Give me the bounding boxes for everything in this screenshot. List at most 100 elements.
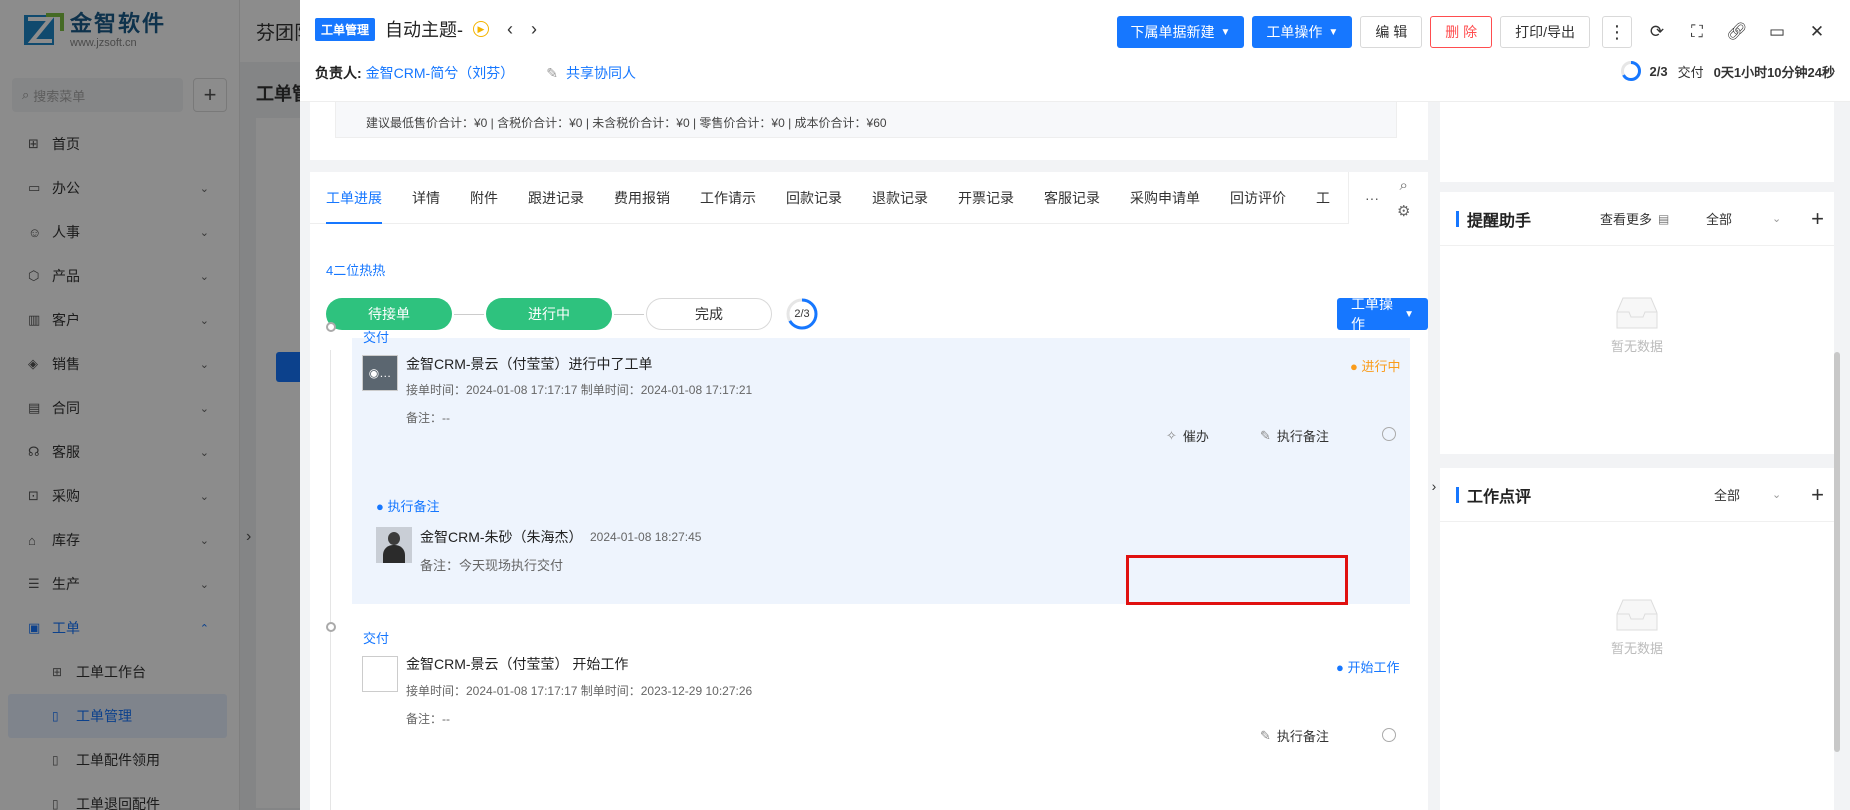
owner-label: 负责人: (315, 65, 362, 81)
edit-button[interactable]: 编 辑 (1360, 16, 1423, 48)
tab[interactable]: 跟进记录 (528, 172, 584, 224)
scrollbar[interactable] (1834, 352, 1840, 752)
tab[interactable]: 客服记录 (1044, 172, 1100, 224)
review-empty-text: 暂无数据 (1610, 641, 1663, 656)
ops-label: 工单操作 (1266, 24, 1323, 40)
add-reminder-icon[interactable]: + (1811, 206, 1824, 232)
execute-note-button[interactable]: ✎ 执行备注 (1260, 426, 1329, 445)
tab[interactable]: 开票记录 (958, 172, 1014, 224)
gear-icon[interactable]: ⚙ (1397, 198, 1410, 224)
empty-box-icon (1616, 297, 1658, 329)
chevron-down-icon[interactable]: ⌄ (1772, 212, 1781, 225)
next-record-icon[interactable]: › (531, 19, 537, 40)
tab[interactable]: 采购申请单 (1130, 172, 1200, 224)
tab[interactable]: 费用报销 (614, 172, 670, 224)
progress-stage: 交付 (1677, 64, 1704, 80)
tab[interactable]: 工单进展 (326, 172, 382, 224)
search-icon[interactable]: ⌕ (1397, 172, 1410, 198)
progress-ring-icon (1620, 61, 1641, 81)
ticket-ops-button[interactable]: 工单操作 ▼ (1252, 16, 1353, 48)
entry-stage: 交付 (363, 631, 390, 646)
ticket-title: 自动主题- (385, 20, 464, 40)
tab[interactable]: 工 (1316, 172, 1330, 224)
title-bar (1456, 210, 1459, 227)
more-icon[interactable]: ⋮ (1602, 16, 1632, 48)
left-column: 建议最低售价合计：¥0 | 含税价合计：¥0 | 未含税价合计：¥0 | 零售价… (310, 102, 1428, 810)
comment-icon[interactable] (1382, 728, 1396, 742)
urge-button[interactable]: ✧ 催办 (1166, 426, 1209, 445)
step-complete[interactable]: 完成 (646, 298, 772, 330)
window-icon[interactable]: ▭ (1762, 17, 1792, 47)
status-text: 开始工作 (1347, 660, 1400, 675)
tab[interactable]: 详情 (412, 172, 440, 224)
entry-note: 备注：-- (406, 712, 450, 726)
step-connector (454, 313, 484, 315)
edit-icon: ✎ (1260, 727, 1271, 743)
chevron-down-icon: ▼ (1404, 308, 1414, 320)
sub-note-title-text: 执行备注 (387, 499, 440, 514)
reminder-card: 提醒助手 查看更多 ▤ 全部 ⌄ + 暂无数据 (1440, 192, 1834, 454)
status-steps: 待接单 进行中 完成 2/3 (326, 296, 820, 332)
review-empty: 暂无数据 (1440, 596, 1834, 657)
owner-link[interactable]: 金智CRM-简兮（刘芬） (366, 63, 515, 83)
collapse-right-panel-icon[interactable]: › (1428, 470, 1440, 502)
empty-box-icon (1616, 599, 1658, 631)
delete-button[interactable]: 删 除 (1430, 16, 1493, 48)
sub-note-text: 备注：今天现场执行交付 (420, 558, 564, 573)
title-bar (1456, 486, 1459, 503)
entry-note: 备注：-- (406, 411, 450, 425)
pin-icon: ✧ (1166, 427, 1177, 443)
link-icon[interactable]: 🔗︎ (1722, 17, 1752, 47)
prev-record-icon[interactable]: ‹ (507, 19, 513, 40)
tab[interactable]: 退款记录 (872, 172, 928, 224)
progress-duration: 0天1小时10分钟24秒 (1713, 64, 1835, 80)
sub-note-time: 2024-01-08 18:27:45 (590, 530, 702, 544)
drawer-header: 工单管理 自动主题- ▶ ‹ › 负责人: 金智CRM-简兮（刘芬） ✎ 共享协… (300, 0, 1850, 102)
tab[interactable]: 回访评价 (1230, 172, 1286, 224)
tab-bar: 工单进展 详情 附件 跟进记录 费用报销 工作请示 回款记录 退款记录 开票记录 客服记录 采购申请… (310, 172, 1428, 224)
chevron-down-icon: ▼ (1220, 26, 1231, 38)
avatar (362, 656, 398, 692)
entry-title: 金智CRM-景云（付莹莹） 开始工作 (406, 656, 629, 672)
highlight-annotation (1126, 555, 1348, 605)
execute-note-button[interactable]: ✎ 执行备注 (1260, 726, 1329, 745)
right-column: 提醒助手 查看更多 ▤ 全部 ⌄ + 暂无数据 工作点评 全部 ⌄ + 暂无数据 (1440, 102, 1834, 810)
reminder-filter-select[interactable]: 全部 (1706, 209, 1732, 228)
comment-icon[interactable] (1382, 427, 1396, 441)
tab[interactable]: 工作请示 (700, 172, 756, 224)
eye-icon: ◉… (368, 366, 392, 380)
step-connector (614, 313, 644, 315)
chevron-down-icon[interactable]: ⌄ (1772, 488, 1781, 501)
progress-summary: 2/3 交付 0天1小时10分钟24秒 (1620, 60, 1835, 82)
tab[interactable]: 附件 (470, 172, 498, 224)
sub-document-new-button[interactable]: 下属单据新建 ▼ (1116, 16, 1245, 48)
avatar (376, 527, 412, 563)
more-tabs-icon[interactable]: ··· (1365, 190, 1379, 206)
refresh-icon[interactable]: ⟳ (1642, 17, 1672, 47)
share-label: 共享协同人 (565, 65, 636, 81)
execute-note-label: 执行备注 (1276, 429, 1329, 444)
print-export-button[interactable]: 打印/导出 (1500, 16, 1590, 48)
add-review-icon[interactable]: + (1811, 482, 1824, 508)
right-top-card (1440, 102, 1834, 182)
step-in-progress[interactable]: 进行中 (486, 298, 612, 330)
book-icon: ▤ (1658, 211, 1670, 226)
urge-label: 催办 (1182, 429, 1209, 444)
fullscreen-icon[interactable]: ⛶ (1682, 17, 1712, 47)
share-collaborator-button[interactable]: ✎ 共享协同人 (546, 63, 636, 83)
timeline-ops-button[interactable]: 工单操作 ▼ (1337, 296, 1428, 332)
status-badge: ● 开始工作 (1336, 660, 1400, 675)
reminder-title: 提醒助手 (1467, 212, 1532, 230)
close-icon[interactable]: ✕ (1802, 17, 1832, 47)
review-filter-select[interactable]: 全部 (1714, 485, 1740, 504)
sub-new-label: 下属单据新建 (1130, 24, 1215, 40)
view-more-button[interactable]: 查看更多 ▤ (1600, 209, 1669, 228)
step-pending[interactable]: 待接单 (326, 298, 452, 330)
reminder-empty-text: 暂无数据 (1610, 339, 1663, 354)
step-ring-label: 2/3 (794, 308, 810, 320)
tab[interactable]: 回款记录 (786, 172, 842, 224)
ticket-drawer: 工单管理 自动主题- ▶ ‹ › 负责人: 金智CRM-简兮（刘芬） ✎ 共享协… (300, 0, 1850, 810)
follow-icon[interactable]: ▶ (473, 21, 490, 37)
edit-icon: ✎ (1260, 427, 1271, 443)
process-name-link[interactable]: 4二位热热 (326, 260, 385, 279)
